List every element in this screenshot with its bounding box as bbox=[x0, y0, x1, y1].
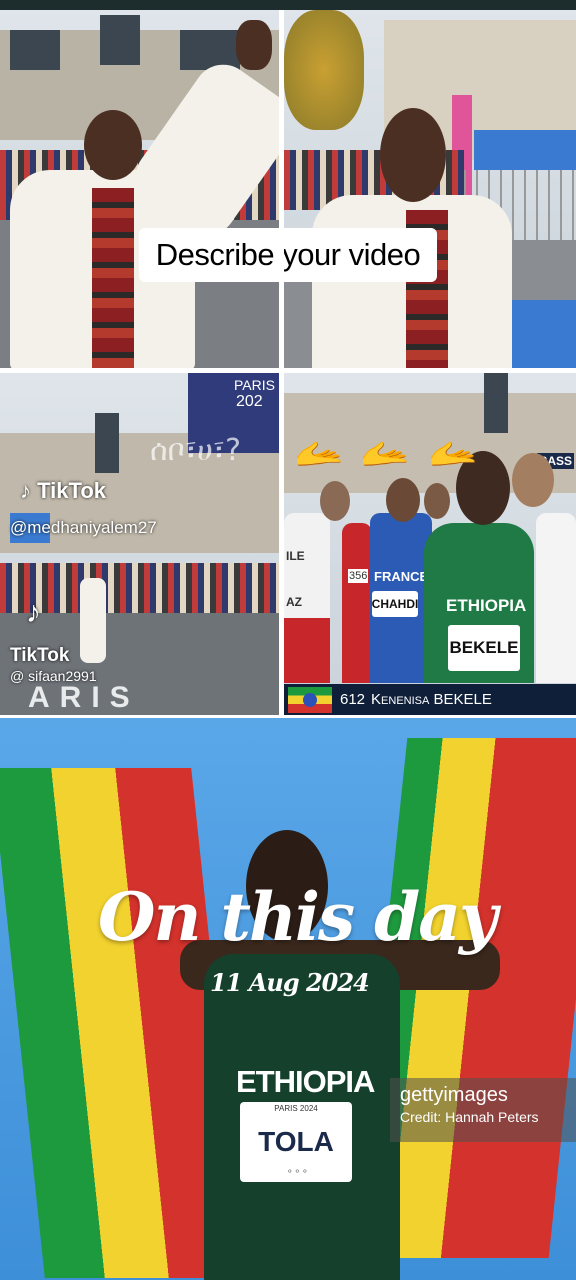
runner-head bbox=[320, 481, 350, 521]
person-head bbox=[84, 110, 142, 180]
describe-video-caption[interactable]: Describe your video bbox=[139, 228, 437, 282]
person-head bbox=[380, 108, 446, 202]
runner-right bbox=[536, 513, 576, 683]
athlete-number: 612 bbox=[340, 691, 366, 708]
getty-credit-box: gettyimages Credit: Hannah Peters bbox=[390, 1078, 576, 1142]
raised-hand bbox=[236, 20, 272, 70]
tiktok-handle-2: @ sifaan2991 bbox=[10, 668, 97, 684]
bib-name: TOLA bbox=[258, 1126, 334, 1157]
tiktok-icon-2: ♪ bbox=[26, 596, 41, 629]
tiktok-logo-1: ♪ TikTok bbox=[20, 478, 106, 504]
ethiopia-flag-icon bbox=[288, 686, 332, 713]
building-roof bbox=[100, 15, 140, 65]
tiktok-icon: ♪ bbox=[20, 478, 31, 503]
bib-event: PARIS 2024 bbox=[274, 1104, 318, 1113]
runner-france-bib: CHAHDI bbox=[372, 591, 418, 617]
building-roof bbox=[95, 413, 119, 473]
runner-red bbox=[342, 523, 372, 683]
top-strip bbox=[0, 0, 576, 10]
runner-right-head bbox=[512, 453, 554, 507]
building-roof bbox=[180, 30, 240, 70]
tiktok-handle-1: @medhaniyalem27 bbox=[10, 518, 157, 537]
video-tile-bottom: ETHIOPIA PARIS 2024 TOLA ⚬⚬⚬ On this day… bbox=[0, 718, 576, 1280]
getty-logo: gettyimages bbox=[400, 1084, 508, 1106]
runner-france-country: FRANCE bbox=[374, 569, 429, 584]
race-bib: PARIS 2024 TOLA ⚬⚬⚬ bbox=[240, 1102, 352, 1182]
paris-banner-line2: 202 bbox=[236, 393, 263, 410]
runner-red-bib: 356 bbox=[348, 569, 369, 583]
building-roof bbox=[484, 373, 508, 433]
person-small bbox=[80, 578, 106, 663]
open-hands-emoji-2: 🫴 bbox=[360, 432, 410, 476]
tree bbox=[284, 10, 364, 130]
athlete-lower-third: 612 Kenenisa BEKELE bbox=[284, 684, 576, 715]
video-tile-top-left bbox=[0, 10, 279, 368]
blue-barrier bbox=[474, 130, 576, 170]
runner-head bbox=[424, 483, 450, 519]
stage-text: ARIS bbox=[28, 681, 140, 714]
flag-emblem bbox=[303, 692, 317, 707]
on-this-day-date: 11 Aug 2024 bbox=[210, 968, 370, 997]
embroidered-stole bbox=[92, 188, 134, 368]
building-roof bbox=[10, 30, 60, 70]
video-tile-top-right bbox=[284, 10, 576, 368]
runner-bekele-country: ETHIOPIA bbox=[446, 596, 527, 615]
runner-bekele-bib: BEKELE bbox=[448, 625, 520, 671]
tiktok-logo-2: TikTok bbox=[10, 645, 70, 666]
tile-separator bbox=[0, 368, 576, 373]
getty-credit: Credit: Hannah Peters bbox=[400, 1109, 539, 1125]
blue-sign bbox=[504, 300, 576, 368]
runner-left-edge-text-2: AZ bbox=[286, 595, 302, 609]
open-hands-emoji-3: 🫴 bbox=[428, 432, 478, 476]
tile-amharic-overlay: ሰቦ፣ሀ፣? bbox=[150, 433, 242, 468]
crowd bbox=[0, 563, 279, 613]
runner-left-edge-text: ILE bbox=[286, 549, 305, 563]
jersey-country: ETHIOPIA bbox=[236, 1064, 375, 1099]
paris-banner-line1: PARIS bbox=[234, 377, 275, 393]
runner-france-head bbox=[386, 478, 420, 522]
tile-separator bbox=[0, 715, 576, 718]
on-this-day-headline: On this day bbox=[98, 878, 497, 956]
athlete-name: Kenenisa BEKELE bbox=[371, 691, 492, 708]
olympic-rings-icon: ⚬⚬⚬ bbox=[286, 1166, 309, 1176]
tile-separator bbox=[279, 10, 284, 715]
runner-left-shorts bbox=[284, 618, 330, 683]
open-hands-emoji-1: 🫴 bbox=[294, 432, 344, 476]
tiktok-logo-text-1: TikTok bbox=[37, 478, 106, 503]
video-tile-middle-right: RASS ILE AZ 356 FRANCE CHAHDI ETHIOPIA B… bbox=[284, 373, 576, 715]
